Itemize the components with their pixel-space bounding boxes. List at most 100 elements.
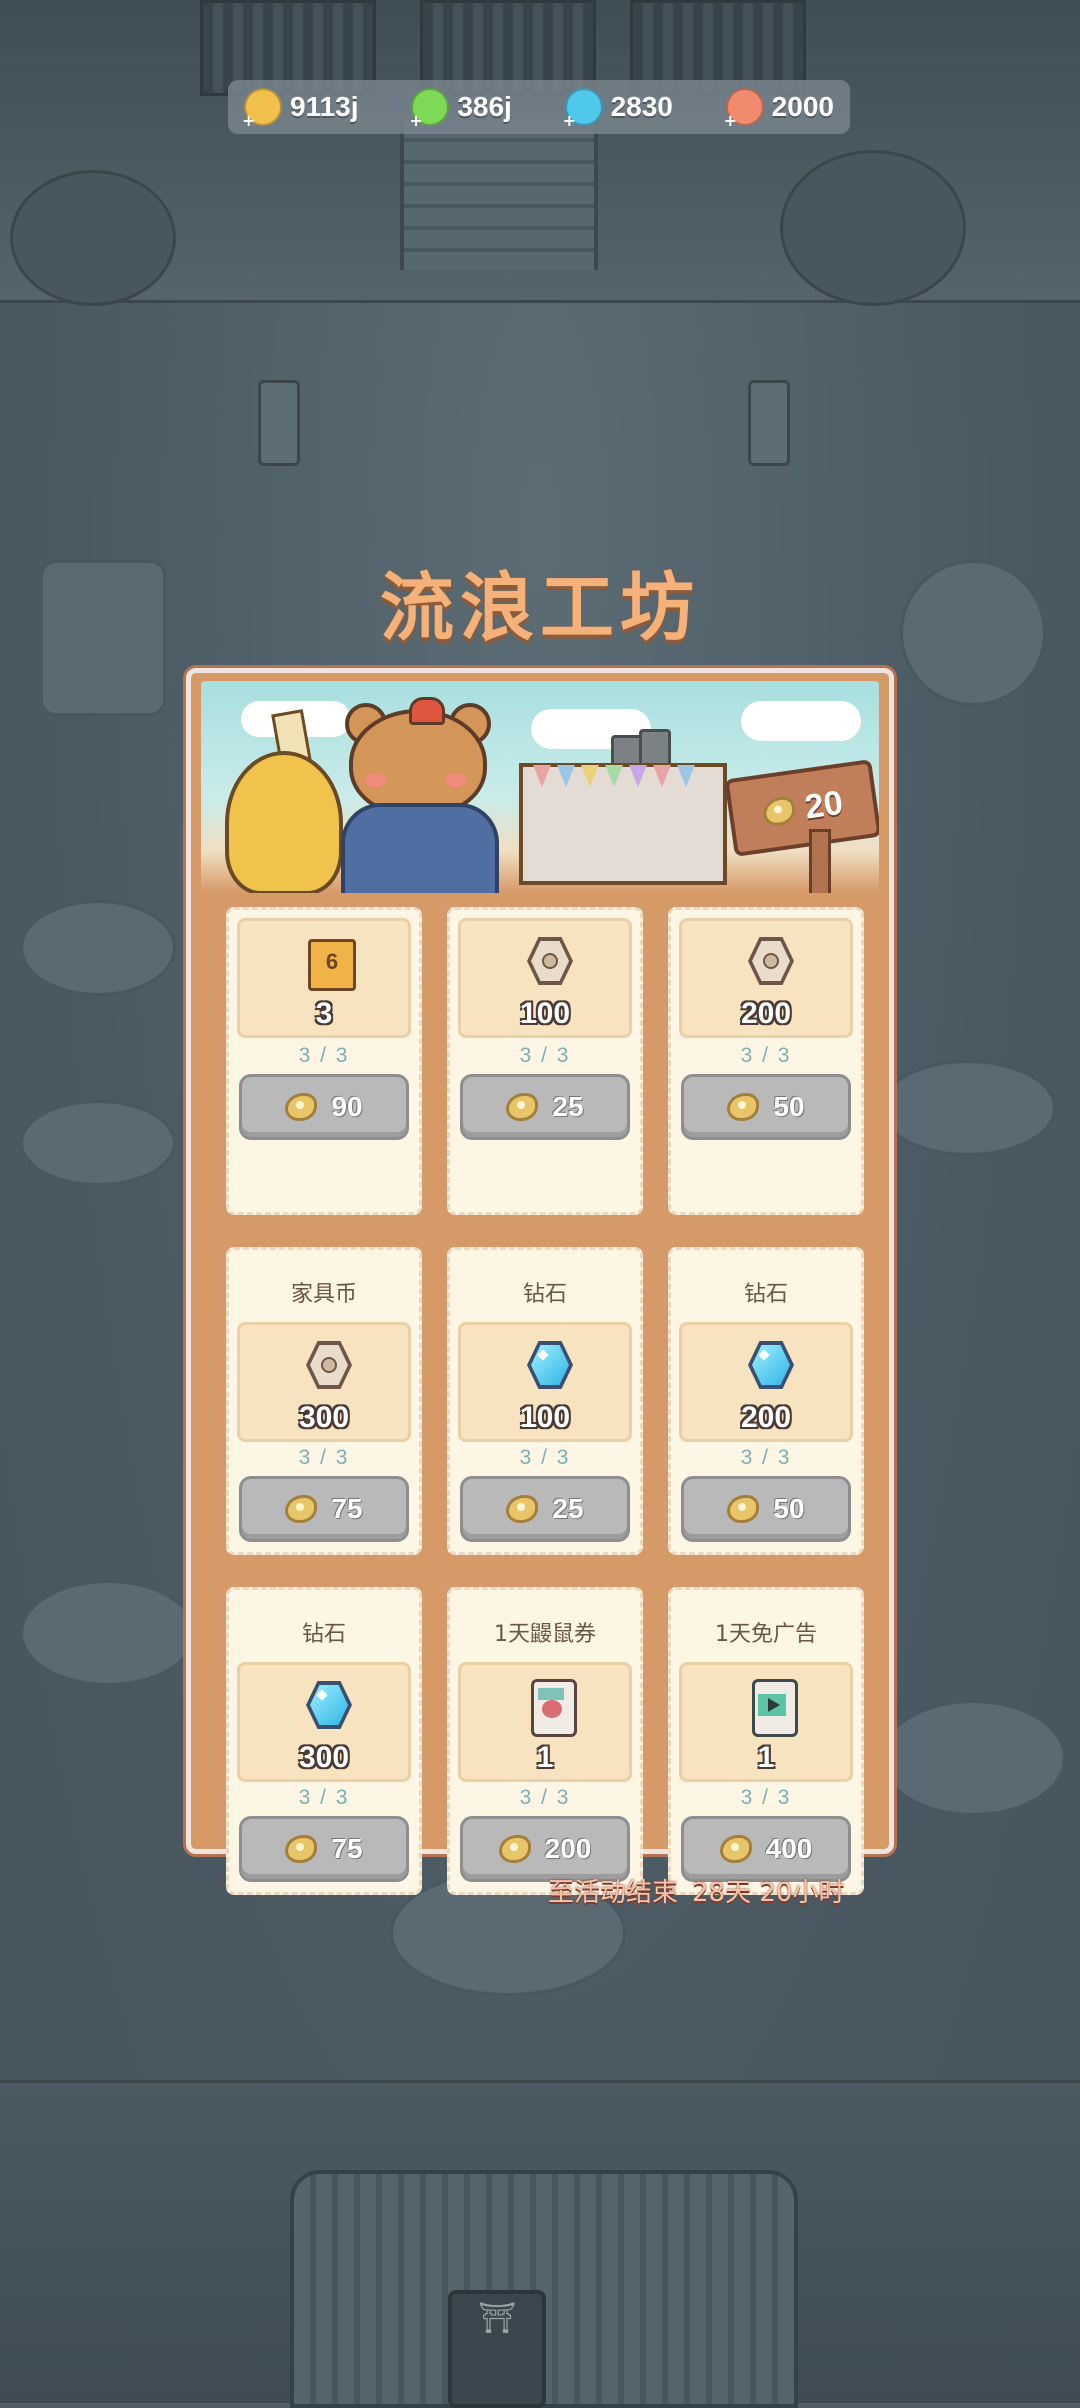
gear-currency-icon — [285, 1093, 318, 1121]
shop-item-card[interactable]: 1天鼹鼠券 1 3 / 3 200 — [447, 1587, 643, 1895]
diamond-icon — [527, 1341, 573, 1389]
tree — [10, 170, 176, 306]
buy-button[interactable]: 25 — [460, 1476, 630, 1542]
gate-sign-plaque: ⛩ — [448, 2290, 546, 2408]
bear-cap — [409, 697, 445, 725]
item-stock: 3 / 3 — [740, 1446, 792, 1469]
gear-currency-icon — [285, 1495, 318, 1523]
diamond-icon — [748, 1341, 794, 1389]
bear-head — [349, 709, 487, 817]
item-slot: 6 3 — [237, 918, 411, 1038]
item-slot: 100 — [458, 1322, 632, 1442]
ticket-icon: 6 — [308, 939, 356, 991]
item-stock: 3 / 3 — [519, 1446, 571, 1469]
item-slot: 100 — [458, 918, 632, 1038]
buy-button[interactable]: 75 — [239, 1816, 409, 1882]
shop-item-card[interactable]: 家具币 300 3 / 3 75 — [226, 1247, 422, 1555]
workshop-panel: 20 6 3 3 / 3 90 100 3 / 3 25 200 3 / 3 5… — [186, 668, 894, 1895]
resource-fishcake[interactable]: 2000 — [724, 88, 834, 130]
bear-craftsman-illustration — [341, 697, 499, 893]
shop-item-card[interactable]: 钻石 300 3 / 3 75 — [226, 1587, 422, 1895]
shop-item-card[interactable]: 200 3 / 3 50 — [668, 907, 864, 1215]
item-quantity: 100 — [519, 997, 571, 1030]
cloud — [741, 701, 861, 741]
item-slot: 300 — [237, 1662, 411, 1782]
buy-button[interactable]: 90 — [239, 1074, 409, 1140]
resource-gold[interactable]: 9113j — [242, 88, 359, 130]
countdown-value: 28天 20小时 — [692, 1877, 845, 1908]
buy-button[interactable]: 50 — [681, 1476, 851, 1542]
resource-diamond[interactable]: 2830 — [563, 88, 673, 130]
tool-stall-illustration — [519, 763, 727, 885]
lightning-icon — [409, 88, 450, 130]
item-price: 50 — [773, 1091, 805, 1122]
resource-energy-value: 386j — [457, 91, 512, 122]
bear-overalls — [341, 803, 499, 893]
shop-item-card[interactable]: 钻石 100 3 / 3 25 — [447, 1247, 643, 1555]
buy-button[interactable]: 50 — [681, 1074, 851, 1140]
fish-cake-icon — [724, 88, 764, 130]
item-stock: 3 / 3 — [519, 1044, 571, 1067]
item-stock: 3 / 3 — [740, 1044, 792, 1067]
no-ad-ticket-icon — [752, 1679, 798, 1737]
gear-currency-icon — [285, 1835, 318, 1863]
item-price: 200 — [544, 1833, 592, 1864]
buy-button[interactable]: 25 — [460, 1074, 630, 1140]
page-title: 流浪工坊 — [380, 565, 700, 651]
gear-currency-icon — [506, 1495, 539, 1523]
resource-bar: 9113j 386j 2830 2000 — [228, 80, 850, 134]
gear-currency-icon — [498, 1835, 531, 1863]
gear-currency-icon — [727, 1495, 760, 1523]
item-stock: 3 / 3 — [298, 1786, 350, 1809]
signpost-pole — [809, 829, 831, 893]
item-price: 90 — [331, 1091, 363, 1122]
item-slot: 1 — [679, 1662, 853, 1782]
item-slot: 1 — [458, 1662, 632, 1782]
item-quantity: 200 — [740, 1401, 792, 1434]
item-quantity: 300 — [298, 1401, 350, 1434]
resource-energy[interactable]: 386j — [409, 88, 512, 130]
shop-item-card[interactable]: 1天免广告 1 3 / 3 400 — [668, 1587, 864, 1895]
item-quantity: 200 — [740, 997, 792, 1030]
shop-item-card[interactable]: 钻石 200 3 / 3 50 — [668, 1247, 864, 1555]
diamond-icon — [563, 88, 603, 130]
bear-cheek — [365, 773, 387, 787]
event-countdown: 至活动结束 28天 20小时 — [548, 1872, 878, 1908]
shop-item-card[interactable]: 100 3 / 3 25 — [447, 907, 643, 1215]
item-slot: 200 — [679, 1322, 853, 1442]
item-quantity: 100 — [519, 1401, 571, 1434]
item-stock: 3 / 3 — [740, 1786, 792, 1809]
item-price: 25 — [552, 1493, 584, 1524]
item-slot: 300 — [237, 1322, 411, 1442]
ground-spot — [880, 1700, 1066, 1816]
furniture-coin-icon — [527, 937, 573, 985]
item-quantity: 1 — [536, 1741, 554, 1774]
ground-spot — [20, 1580, 196, 1686]
countdown-label: 至活动结束 — [548, 1877, 679, 1908]
item-name: 1天鼹鼠券 — [494, 1622, 596, 1647]
shop-item-card[interactable]: 6 3 3 / 3 90 — [226, 907, 422, 1215]
gear-currency-icon — [727, 1093, 760, 1121]
item-stock: 3 / 3 — [298, 1446, 350, 1469]
mole-ticket-icon — [531, 1679, 577, 1737]
furniture-coin-icon — [748, 937, 794, 985]
resource-diamond-value: 2830 — [610, 91, 673, 122]
buy-button[interactable]: 75 — [239, 1476, 409, 1542]
stone-lantern — [258, 380, 300, 466]
stone-lantern — [748, 380, 790, 466]
item-price: 50 — [773, 1493, 805, 1524]
item-stock: 3 / 3 — [298, 1044, 350, 1067]
shop-grid: 6 3 3 / 3 90 100 3 / 3 25 200 3 / 3 50 家… — [226, 907, 864, 1895]
item-name: 钻石 — [743, 1282, 788, 1307]
gear-currency-icon — [506, 1093, 539, 1121]
item-quantity: 1 — [757, 1741, 775, 1774]
resource-fishcake-value: 2000 — [771, 91, 834, 122]
pond — [20, 900, 176, 996]
diamond-icon — [306, 1681, 352, 1729]
item-stock: 3 / 3 — [519, 1786, 571, 1809]
currency-signboard: 20 — [724, 759, 879, 857]
item-price: 400 — [765, 1833, 813, 1864]
item-name: 1天免广告 — [715, 1622, 817, 1647]
tree — [780, 150, 966, 306]
currency-signpost: 20 — [724, 759, 879, 893]
